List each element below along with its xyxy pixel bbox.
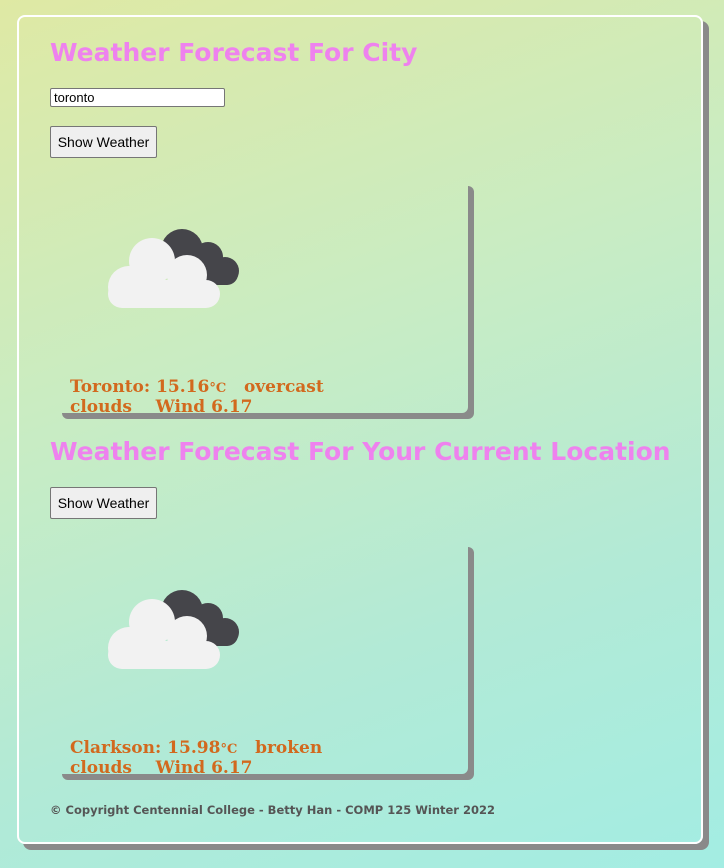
- show-weather-city-button[interactable]: Show Weather: [50, 126, 157, 158]
- city-weather-card: Toronto: 15.16°C overcast clouds Wind 6.…: [56, 180, 468, 417]
- city-forecast-heading: Weather Forecast For City: [50, 38, 418, 67]
- location-city-name: Clarkson: [70, 738, 156, 758]
- city-wind-label: Wind: [155, 397, 206, 417]
- location-weather-summary: Clarkson: 15.98°C broken clouds Wind 6.1…: [70, 738, 323, 778]
- location-forecast-heading: Weather Forecast For Your Current Locati…: [50, 437, 671, 466]
- location-wind-value: 6.17: [211, 758, 253, 778]
- city-temperature-unit: °C: [209, 381, 227, 396]
- location-temperature: 15.98: [167, 738, 221, 758]
- broken-clouds-icon: [108, 590, 239, 669]
- city-name: Toronto: [70, 377, 144, 397]
- location-temperature-unit: °C: [220, 742, 238, 757]
- city-wind-value: 6.17: [211, 397, 253, 417]
- city-temperature: 15.16: [156, 377, 210, 397]
- footer-copyright: © Copyright Centennial College - Betty H…: [50, 803, 495, 817]
- location-weather-card: Clarkson: 15.98°C broken clouds Wind 6.1…: [56, 541, 468, 778]
- location-wind-label: Wind: [155, 758, 206, 778]
- city-weather-summary: Toronto: 15.16°C overcast clouds Wind 6.…: [70, 377, 324, 417]
- show-weather-location-button[interactable]: Show Weather: [50, 487, 157, 519]
- city-input[interactable]: [50, 88, 225, 107]
- overcast-clouds-icon: [108, 229, 239, 308]
